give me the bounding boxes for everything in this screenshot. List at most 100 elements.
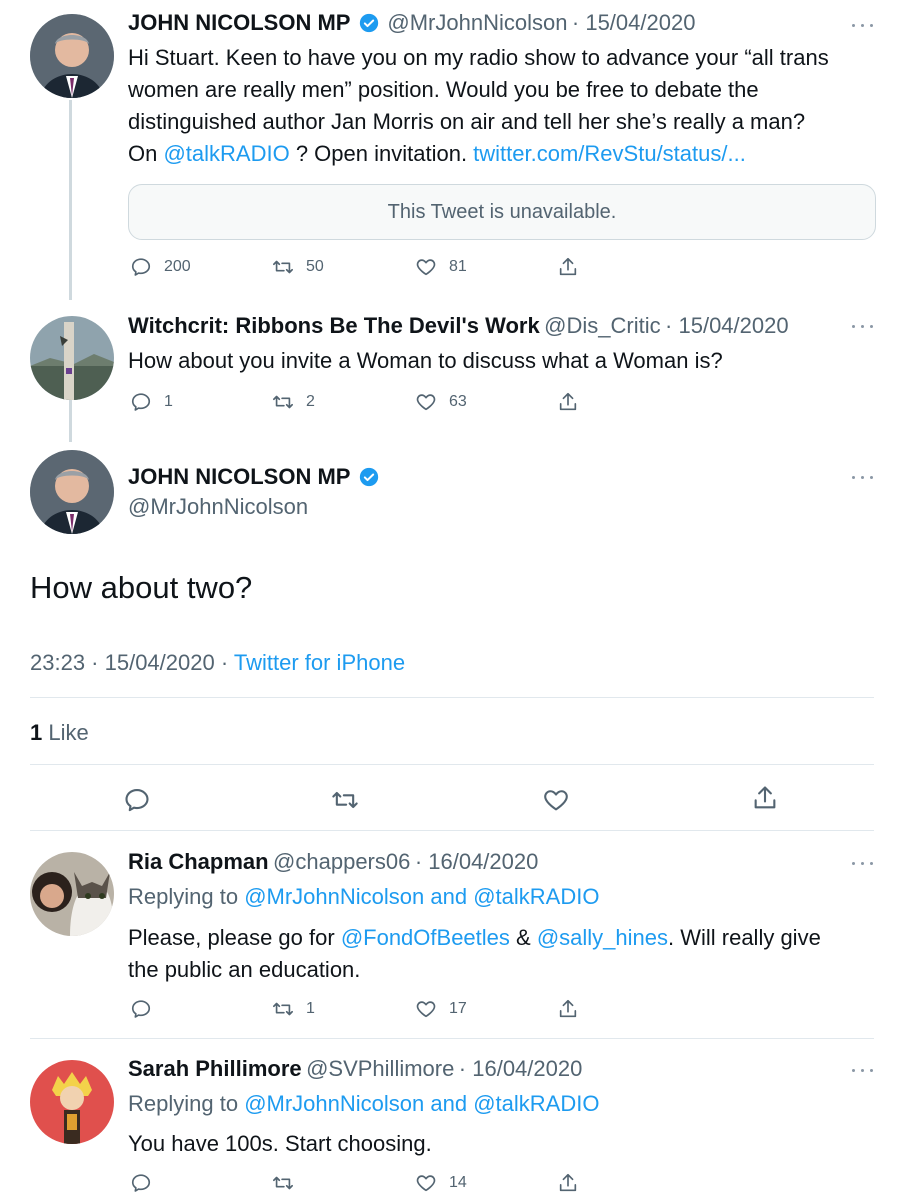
share-button[interactable]	[557, 256, 591, 278]
author-name[interactable]: Ria Chapman	[128, 849, 269, 874]
url-link[interactable]: twitter.com/RevStu/status/...	[473, 141, 746, 166]
share-icon	[557, 391, 579, 413]
like-icon	[415, 391, 437, 413]
share-icon	[557, 256, 579, 278]
share-button[interactable]	[557, 391, 591, 413]
tweet-date[interactable]: · 15/04/2020	[572, 10, 696, 35]
more-options-icon[interactable]	[852, 860, 874, 866]
tweet-date[interactable]: · 15/04/2020	[665, 313, 789, 338]
mention-link[interactable]: @FondOfBeetles	[341, 925, 510, 950]
like-button[interactable]: 63	[415, 391, 467, 413]
reply-button[interactable]: 200	[130, 256, 191, 278]
avatar-sarah-phillimore[interactable]	[30, 1060, 114, 1144]
text-segment: On	[128, 141, 164, 166]
like-button[interactable]	[542, 786, 582, 814]
mention-link[interactable]: @MrJohnNicolson	[244, 884, 424, 909]
reply-icon	[130, 998, 152, 1020]
author-name[interactable]: JOHN NICOLSON MP	[128, 10, 350, 35]
reply-count: 1	[164, 393, 173, 410]
reply-button[interactable]: 1	[130, 391, 173, 413]
text-segment: &	[509, 925, 537, 950]
share-button[interactable]	[557, 998, 591, 1020]
avatar-ria-chapman[interactable]	[30, 852, 114, 936]
retweet-icon	[272, 256, 294, 278]
like-count: 81	[449, 258, 467, 275]
thread-line	[69, 100, 72, 300]
reply-icon	[130, 256, 152, 278]
retweet-count: 2	[306, 393, 315, 410]
replying-to: Replying to @MrJohnNicolson and @talkRAD…	[128, 884, 599, 910]
mention-link[interactable]: @sally_hines	[537, 925, 668, 950]
source-link[interactable]: Twitter for iPhone	[234, 650, 405, 675]
author-name[interactable]: Witchcrit: Ribbons Be The Devil's Work	[128, 313, 540, 338]
tweet-text: Hi Stuart. Keen to have you on my radio …	[128, 42, 878, 170]
mention-link[interactable]: @talkRADIO	[473, 884, 599, 909]
tweet-text: You have 100s. Start choosing.	[128, 1131, 432, 1156]
reply-count: 200	[164, 258, 191, 275]
more-options-icon[interactable]	[852, 474, 874, 480]
quoted-tweet-unavailable[interactable]: This Tweet is unavailable.	[128, 184, 876, 240]
unavailable-text: This Tweet is unavailable.	[387, 200, 617, 223]
tweet-header: Witchcrit: Ribbons Be The Devil's Work @…	[128, 313, 789, 339]
retweet-icon	[272, 391, 294, 413]
reply-button[interactable]	[130, 998, 164, 1020]
tweet-text: How about you invite a Woman to discuss …	[128, 348, 723, 373]
share-icon	[557, 998, 579, 1020]
retweet-icon	[272, 1172, 294, 1194]
share-icon	[751, 784, 779, 812]
avatar-john-nicolson[interactable]	[30, 450, 114, 534]
reply-button[interactable]	[123, 786, 163, 814]
retweet-icon	[331, 786, 359, 814]
avatar-witchcrit[interactable]	[30, 316, 114, 400]
mention-link[interactable]: @MrJohnNicolson	[244, 1091, 424, 1116]
retweet-count: 50	[306, 258, 324, 275]
tweet-header: Sarah Phillimore @SVPhillimore · 16/04/2…	[128, 1056, 582, 1082]
like-button[interactable]: 17	[415, 998, 467, 1020]
tweet-timestamp: 23:23 · 15/04/2020 · Twitter for iPhone	[30, 650, 405, 676]
replying-prefix: Replying to	[128, 884, 245, 909]
thread-line	[69, 398, 72, 442]
like-button[interactable]: 81	[415, 256, 467, 278]
retweet-button[interactable]: 50	[272, 256, 324, 278]
share-button[interactable]	[557, 1172, 591, 1194]
tweet-text-line: Please, please go for @FondOfBeetles & @…	[128, 922, 878, 954]
timestamp-text[interactable]: 23:23 · 15/04/2020 ·	[30, 650, 234, 675]
retweet-button[interactable]: 2	[272, 391, 315, 413]
divider	[30, 764, 874, 765]
author-name[interactable]: JOHN NICOLSON MP	[128, 464, 350, 489]
retweet-button[interactable]	[331, 786, 371, 814]
author-handle[interactable]: @Dis_Critic	[544, 313, 660, 338]
like-icon	[415, 256, 437, 278]
reply-button[interactable]	[130, 1172, 164, 1194]
replying-prefix: Replying to	[128, 1091, 245, 1116]
author-name[interactable]: Sarah Phillimore	[128, 1056, 302, 1081]
author-handle[interactable]: @MrJohnNicolson	[387, 10, 567, 35]
likes-summary[interactable]: 1 Like	[30, 720, 89, 746]
share-button[interactable]	[751, 784, 791, 812]
mention-link[interactable]: @talkRADIO	[473, 1091, 599, 1116]
tweet-date[interactable]: · 16/04/2020	[459, 1056, 583, 1081]
tweet-text-line: the public an education.	[128, 957, 361, 982]
text-segment: . Will really give	[668, 925, 821, 950]
tweet-header: JOHN NICOLSON MP @MrJohnNicolson · 15/04…	[128, 10, 695, 36]
like-count: 14	[449, 1174, 467, 1191]
like-count: 17	[449, 1000, 467, 1017]
retweet-button[interactable]	[272, 1172, 306, 1194]
retweet-count: 1	[306, 1000, 315, 1017]
reply-icon	[130, 1172, 152, 1194]
author-handle[interactable]: @MrJohnNicolson	[128, 494, 308, 520]
mention-link[interactable]: @talkRADIO	[163, 141, 289, 166]
more-options-icon[interactable]	[852, 323, 874, 329]
avatar-john-nicolson[interactable]	[30, 14, 114, 98]
more-options-icon[interactable]	[852, 22, 874, 28]
like-icon	[415, 998, 437, 1020]
like-button[interactable]: 14	[415, 1172, 467, 1194]
like-count: 63	[449, 393, 467, 410]
like-total: 1	[30, 720, 43, 745]
author-handle[interactable]: @chappers06	[273, 849, 410, 874]
author-handle[interactable]: @SVPhillimore	[306, 1056, 454, 1081]
tweet-date[interactable]: · 16/04/2020	[415, 849, 539, 874]
reply-icon	[130, 391, 152, 413]
more-options-icon[interactable]	[852, 1067, 874, 1073]
retweet-button[interactable]: 1	[272, 998, 315, 1020]
